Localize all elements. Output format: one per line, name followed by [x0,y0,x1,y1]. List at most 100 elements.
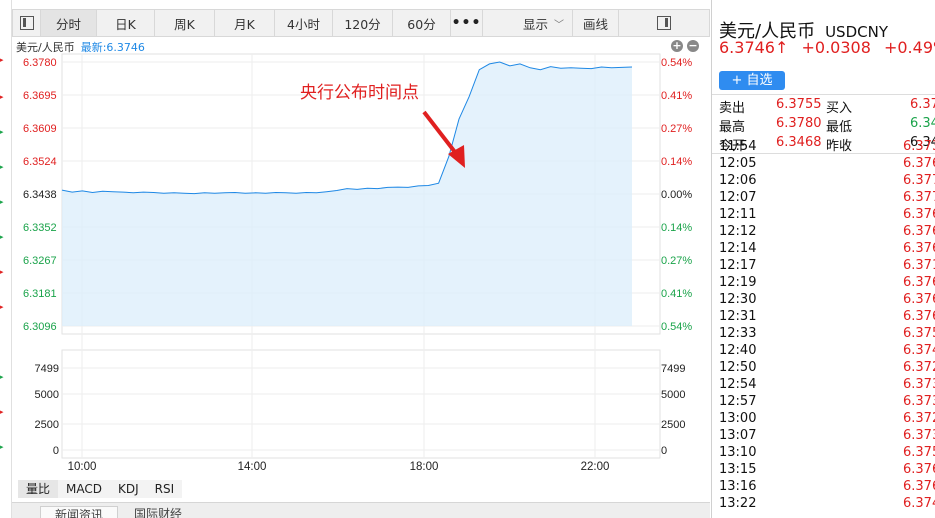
volume-axis-label-right: 2500 [661,419,685,431]
tick-row: 12:33 6.375 [712,326,935,343]
marker-icon: ▸ [0,303,4,311]
tick-row: 11:54 6.373 [712,139,935,156]
stat-value: 6.37 [910,97,935,112]
quote-panel: 美元/人民币USDCNY 6.3746↑ +0.0308 +0.49% + 自选… [711,0,935,518]
percent-axis-label: 0.41% [661,288,692,300]
price-axis-label: 6.3524 [23,156,57,168]
quote-price: 6.3746↑ [719,38,789,57]
sidebar-toggle-icon [19,16,34,30]
percent-axis-label: 0.54% [661,321,692,333]
display-dropdown[interactable]: 显示 ﹀ [483,10,573,36]
tick-price: 6.376 [903,241,935,256]
tick-time: 12:17 [719,258,757,273]
price-axis-label: 6.3695 [23,90,57,102]
tick-row: 12:31 6.376 [712,309,935,326]
tab-120min[interactable]: 120分 [333,10,393,36]
tab-monthly-k[interactable]: 月K [215,10,275,36]
tick-row: 12:50 6.372 [712,360,935,377]
stat-value: 6.34 [910,116,935,131]
stats-row: 最高 6.3780 最低 6.34 [712,115,935,135]
tick-time: 12:30 [719,292,757,307]
stat-value: 6.3755 [776,97,822,112]
tick-row: 12:06 6.377 [712,173,935,190]
percent-axis-labels: 0.54% 0.41% 0.27% 0.14% 0.00% 0.14% 0.27% 0.41%… [661,57,692,333]
tick-price: 6.376 [903,156,935,171]
percent-axis-label: 0.27% [661,123,692,135]
tick-price: 6.376 [903,479,935,494]
tick-price: 6.373 [903,428,935,443]
tick-time: 12:07 [719,190,757,205]
stat-label: 买入 [826,101,853,116]
time-axis-label: 22:00 [581,461,610,473]
quote-change-pct: +0.49% [883,38,935,57]
price-axis-label: 6.3096 [23,321,57,333]
tick-price: 6.373 [903,394,935,409]
marker-icon: ▸ [0,443,4,451]
price-axis-label: 6.3352 [23,222,57,234]
volume-axis-label: 7499 [35,363,59,375]
volume-axis-label: 2500 [35,419,59,431]
tick-time: 12:31 [719,309,757,324]
tick-time: 13:16 [719,479,757,494]
percent-axis-label: 0.54% [661,57,692,69]
tab-macd[interactable]: MACD [58,480,110,498]
tick-time: 12:14 [719,241,757,256]
tab-intl-finance[interactable]: 国际财经 [120,506,196,518]
price-axis-label: 6.3267 [23,255,57,267]
annotation-arrow-shaft [422,110,460,158]
tab-volume-ratio[interactable]: 量比 [18,480,59,498]
tick-row: 12:07 6.377 [712,190,935,207]
display-label: 显示 [522,16,548,32]
tab-news[interactable]: 新闻资讯 [40,506,119,518]
tick-row: 13:10 6.375 [712,445,935,462]
annotation-text: 央行公布时间点 [300,83,419,103]
tick-row: 13:07 6.373 [712,428,935,445]
chevron-down-icon: ﹀ [554,19,564,31]
tick-time: 12:50 [719,360,757,375]
tab-rsi[interactable]: RSI [147,480,183,498]
tab-4hour[interactable]: 4小时 [275,10,333,36]
tick-row: 12:05 6.376 [712,156,935,173]
tick-price: 6.373 [903,139,935,154]
more-options-button[interactable]: ••• [451,10,483,36]
marker-icon: ▸ [0,93,4,101]
percent-axis-label: 0.00% [661,189,692,201]
quote-change: +0.0308 [801,38,871,57]
volume-plot-frame [61,349,661,459]
tick-price: 6.376 [903,207,935,222]
percent-axis-label: 0.27% [661,255,692,267]
tab-kdj[interactable]: KDJ [110,480,147,498]
news-tab-bar: 新闻资讯 国际财经 [12,502,710,518]
tick-time: 13:10 [719,445,757,460]
tick-row: 12:54 6.373 [712,377,935,394]
tab-60min[interactable]: 60分 [393,10,451,36]
draw-line-button[interactable]: 画线 [573,10,619,36]
tick-time: 13:15 [719,462,757,477]
tick-price: 6.376 [903,275,935,290]
percent-axis-label: 0.14% [661,156,692,168]
tab-daily-k[interactable]: 日K [97,10,155,36]
price-axis-labels: 6.3780 6.3695 6.3609 6.3524 6.3438 6.3352 6.32… [23,57,57,333]
tick-time: 11:54 [719,139,757,154]
quote-price-line: 6.3746↑ +0.0308 +0.49% [719,38,935,57]
time-axis-labels: 10:00 14:00 18:00 22:00 [68,461,610,473]
tick-row: 13:15 6.376 [712,462,935,479]
stat-label: 卖出 [719,101,746,116]
right-panel-toggle-button[interactable] [619,10,709,36]
tab-timeshare[interactable]: 分时 [41,10,97,36]
stat-label: 最高 [719,120,746,135]
price-axis-label: 6.3609 [23,123,57,135]
tick-row: 13:00 6.372 [712,411,935,428]
tick-price: 6.376 [903,292,935,307]
tick-time: 12:06 [719,173,757,188]
tick-row: 13:16 6.376 [712,479,935,496]
time-axis-label: 18:00 [410,461,439,473]
tick-time: 12:54 [719,377,757,392]
add-watchlist-button[interactable]: + 自选 [719,71,785,90]
marker-icon: ▸ [0,198,4,206]
price-chart[interactable]: 6.3780 6.3695 6.3609 6.3524 6.3438 6.3352 6.32… [12,50,710,478]
tab-weekly-k[interactable]: 周K [155,10,215,36]
left-panel-toggle-button[interactable] [13,10,41,36]
marker-icon: ▸ [0,373,4,381]
tick-price: 6.374 [903,343,935,358]
